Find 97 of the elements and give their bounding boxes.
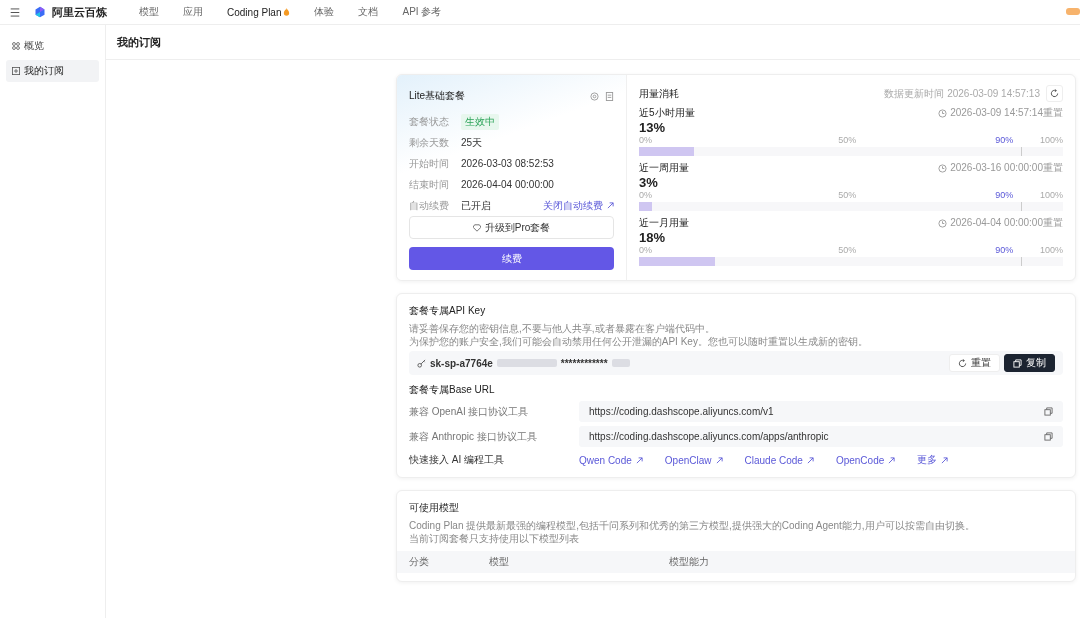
external-link-icon: [941, 456, 949, 464]
copy-icon[interactable]: [1044, 407, 1053, 416]
clock-icon: [938, 218, 948, 228]
plus-square-icon: [12, 67, 20, 75]
external-link-icon: [806, 456, 814, 464]
usage-percent: 18%: [639, 230, 667, 245]
usage-percent: 3%: [639, 175, 659, 190]
document-icon[interactable]: [605, 91, 614, 101]
page-title: 我的订阅: [117, 34, 161, 50]
reset-button[interactable]: 重置: [949, 354, 1000, 372]
tool-link[interactable]: OpenCode: [835, 454, 896, 466]
sidebar-item[interactable]: 概览: [6, 35, 99, 57]
nav-tab[interactable]: Coding Plan: [215, 5, 303, 19]
flame-icon: [283, 8, 291, 16]
field-value: 2026-03-03 08:52:53: [461, 158, 554, 169]
copy-icon: [1013, 358, 1022, 368]
nav-tab[interactable]: API 参考: [390, 5, 454, 19]
copy-button[interactable]: 复制: [1004, 354, 1055, 372]
tick-label: 100%: [1039, 190, 1063, 200]
clock-icon: [938, 163, 948, 173]
tick-label: 50%: [838, 135, 857, 145]
url-label: 兼容 OpenAI 接口协议工具: [409, 404, 530, 419]
plan-title: Lite基础套餐: [409, 89, 467, 103]
key-icon: [417, 358, 426, 368]
tick-label: 0%: [639, 190, 652, 200]
section-title: 可使用模型: [409, 501, 460, 515]
nav-tab[interactable]: 体验: [302, 5, 347, 19]
note-text: 为保护您的账户安全,我们可能会自动禁用任何公开泄漏的API Key。您也可以随时重置以生成新的密钥。: [409, 335, 869, 348]
tool-link[interactable]: Claude Code: [744, 454, 814, 466]
section-title: 套餐专属Base URL: [409, 383, 496, 397]
refresh-icon: [1050, 89, 1059, 98]
tick-label: 50%: [838, 245, 857, 255]
renew-button[interactable]: 续费: [409, 247, 614, 270]
reset-time: 2026-03-09 14:57:14重置: [950, 106, 1063, 120]
tick-label: 90%: [995, 245, 1014, 255]
field-value: 已开启: [461, 198, 491, 213]
note-text: 请妥善保存您的密钥信息,不要与他人共享,或者暴露在客户端代码中。: [409, 322, 716, 335]
tick-label: 100%: [1039, 245, 1063, 255]
usage-title: 用量消耗: [639, 86, 680, 101]
key-prefix: sk-sp-a7764e: [430, 357, 493, 369]
tool-link[interactable]: 更多: [917, 453, 949, 467]
redaction-mark: [611, 359, 630, 367]
external-link-icon: [635, 456, 643, 464]
quick-access-label: 快速接入 AI 编程工具: [409, 453, 505, 467]
update-time: 数据更新时间 2026-03-09 14:57:13: [884, 86, 1040, 101]
tick-label: 0%: [639, 245, 652, 255]
redaction-mark: [496, 359, 557, 367]
copy-icon[interactable]: [1044, 432, 1053, 441]
column-header: 模型: [489, 555, 510, 569]
tick-label: 100%: [1039, 135, 1063, 145]
field-value: 2026-04-04 00:00:00: [461, 179, 554, 190]
column-header: 分类: [409, 555, 430, 569]
usage-label: 近一月用量: [639, 216, 690, 230]
description-text: 当前订阅套餐只支持使用以下模型列表: [409, 532, 580, 545]
reset-time: 2026-03-16 00:00:00重置: [950, 161, 1063, 175]
tool-link[interactable]: Qwen Code: [579, 454, 643, 466]
tool-link[interactable]: OpenClaw: [664, 454, 723, 466]
nav-tab[interactable]: 模型: [127, 5, 171, 19]
clock-icon: [938, 108, 948, 118]
brand-name: 阿里云百炼: [52, 4, 107, 20]
menu-icon[interactable]: [10, 7, 20, 17]
field-value: 25天: [461, 135, 483, 150]
tick-label: 90%: [995, 135, 1014, 145]
section-title: 套餐专属API Key: [409, 304, 487, 318]
sidebar-item[interactable]: 我的订阅: [6, 60, 99, 82]
url-text: https://coding.dashscope.aliyuncs.com/apps/anthropic: [589, 431, 829, 442]
nav-tab[interactable]: 应用: [171, 5, 215, 19]
settings-icon[interactable]: [590, 91, 599, 101]
refresh-icon: [958, 358, 967, 368]
usage-percent: 13%: [639, 120, 667, 135]
field-label: 结束时间: [409, 177, 450, 192]
key-mask: ************: [560, 357, 608, 369]
tick-label: 50%: [838, 190, 857, 200]
status-tag: 生效中: [461, 113, 499, 130]
column-header: 模型能力: [669, 555, 709, 569]
field-label: 开始时间: [409, 156, 450, 171]
nav-tab[interactable]: 文档: [346, 5, 391, 19]
grid-icon: [12, 42, 20, 50]
tick-label: 90%: [995, 190, 1014, 200]
url-text: https://coding.dashscope.aliyuncs.com/v1: [589, 406, 774, 417]
field-label: 自动续费: [409, 198, 450, 213]
tick-label: 0%: [639, 135, 652, 145]
diamond-icon: [472, 223, 481, 232]
logo-icon: [34, 6, 46, 18]
url-label: 兼容 Anthropic 接口协议工具: [409, 429, 538, 444]
external-link-icon: [715, 456, 723, 464]
refresh-button[interactable]: [1046, 85, 1063, 102]
field-label: 套餐状态: [409, 114, 450, 129]
description-text: Coding Plan 提供最新最强的编程模型,包括千问系列和优秀的第三方模型,提供强大的Coding Agent能力,用户可以按需自由切换。: [409, 519, 976, 532]
usage-label: 近5小时用量: [639, 106, 696, 120]
field-label: 剩余天数: [409, 135, 450, 150]
reset-time: 2026-04-04 00:00:00重置: [950, 216, 1063, 230]
external-link-icon: [888, 456, 896, 464]
usage-label: 近一周用量: [639, 161, 690, 175]
upgrade-button[interactable]: 升级到Pro套餐: [409, 216, 614, 239]
disable-auto-renew-link[interactable]: 关闭自动续费: [543, 198, 614, 213]
external-link-icon: [607, 202, 614, 209]
